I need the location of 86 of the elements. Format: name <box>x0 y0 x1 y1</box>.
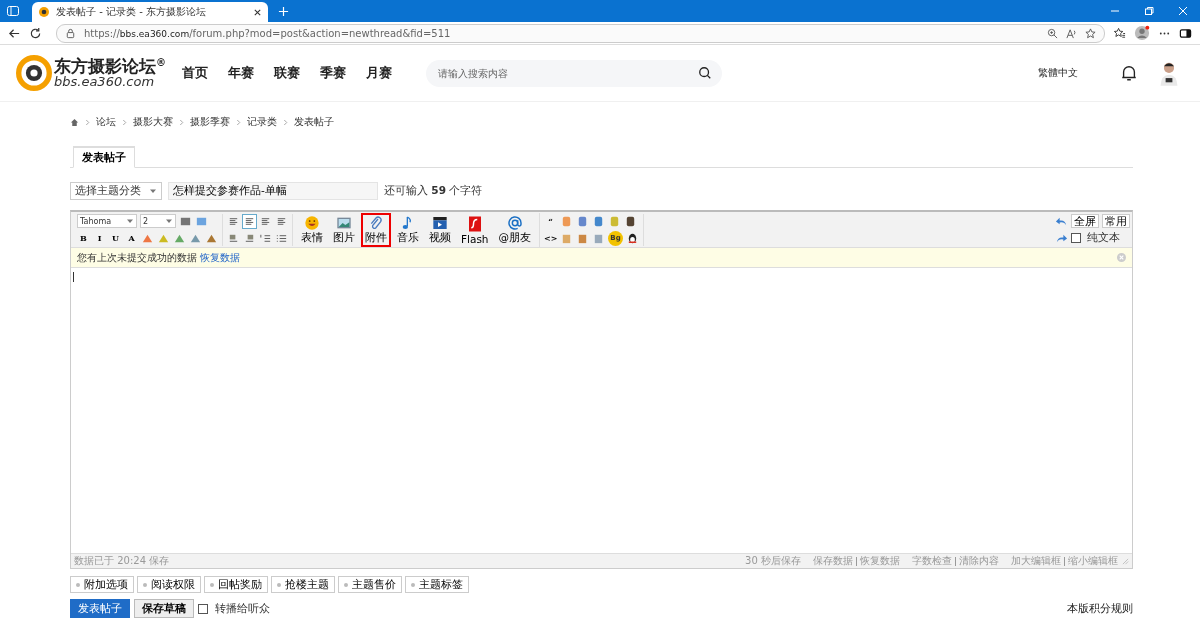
smiley-icon <box>303 214 321 231</box>
checkbox-label: 转播给听众 <box>215 601 270 616</box>
character-count: 还可输入 59 个字符 <box>384 184 483 198</box>
tab[interactable]: 发表帖子 <box>73 146 135 168</box>
chevron-icon <box>283 118 288 126</box>
site-name: 东方摄影论坛 <box>54 56 156 76</box>
rules-link[interactable]: 本版积分规则 <box>1067 601 1133 616</box>
language-link[interactable]: 繁體中文 <box>1038 66 1078 80</box>
tab-actions-icon[interactable] <box>6 4 20 18</box>
breadcrumb-link[interactable]: 摄影大赛 <box>133 115 173 129</box>
site-favicon-icon <box>38 6 50 18</box>
media-button[interactable]: 表情 <box>297 212 327 247</box>
option-button[interactable]: 抢楼主题 <box>271 576 335 593</box>
quote-button[interactable]: “ <box>544 216 558 226</box>
save-draft-button[interactable]: 保存草稿 <box>134 599 194 618</box>
sidebar-icon[interactable] <box>1179 26 1192 40</box>
profile-icon[interactable] <box>1134 25 1150 41</box>
draft-notice: 您有上次未提交成功的数据 恢复数据 <box>77 250 241 265</box>
category-select[interactable]: 选择主题分类 <box>70 182 162 200</box>
zoom-icon[interactable] <box>1047 27 1058 39</box>
breadcrumb-link[interactable]: 摄影季赛 <box>190 115 230 129</box>
nav-link[interactable]: 联赛 <box>274 64 300 82</box>
nav-link[interactable]: 月赛 <box>366 64 392 82</box>
media-button[interactable]: 音乐 <box>393 212 423 247</box>
media-button[interactable]: 图片 <box>329 212 359 247</box>
submit-button[interactable]: 发表帖子 <box>70 599 130 618</box>
option-button[interactable]: 回帖奖励 <box>204 576 268 593</box>
restore-link[interactable]: 恢复数据 <box>200 251 241 263</box>
media-button[interactable]: 附件 <box>361 212 391 247</box>
search-icon[interactable] <box>698 65 712 80</box>
favorites-icon[interactable] <box>1113 26 1126 40</box>
size-select[interactable]: 2 <box>140 214 176 228</box>
read-aloud-icon[interactable] <box>1066 27 1077 39</box>
chevron-icon <box>179 118 184 126</box>
caret-icon <box>126 217 134 225</box>
clapperboard-icon <box>431 214 449 231</box>
search-field[interactable]: 请输入搜索内容 <box>426 59 722 87</box>
option-button[interactable]: 附加选项 <box>70 576 134 593</box>
option-button[interactable]: 主题售价 <box>338 576 402 593</box>
chevron-icon <box>122 118 127 126</box>
breadcrumb-link[interactable]: 发表帖子 <box>294 115 334 129</box>
autosave-countdown: 30 秒后保存 <box>745 554 801 568</box>
media-button[interactable]: Flash <box>457 212 493 247</box>
font-select[interactable]: Tahoma <box>77 214 137 228</box>
media-button[interactable]: @朋友 <box>494 212 536 247</box>
reload-icon[interactable] <box>29 26 42 40</box>
checkbox-label: 纯文本 <box>1087 231 1120 245</box>
registered-mark: ® <box>156 57 166 68</box>
nav-link[interactable]: 季赛 <box>320 64 346 82</box>
format-button[interactable]: B <box>77 233 90 243</box>
url-text: https://bbs.ea360.com/forum.php?mod=post&action=newthread&fid=511 <box>84 27 451 39</box>
option-button[interactable]: 主题标签 <box>405 576 469 593</box>
caret-icon <box>165 217 173 225</box>
media-button[interactable]: 视频 <box>425 212 455 247</box>
site-domain: bbs.ea360.com <box>54 75 155 88</box>
address-bar[interactable]: https://bbs.ea360.com/forum.php?mod=post&action=newthread&fid=511 <box>56 23 1105 43</box>
option-button[interactable]: 阅读权限 <box>137 576 201 593</box>
breadcrumb-link[interactable]: 记录类 <box>247 115 277 129</box>
browser-tab[interactable]: 发表帖子 - 记录类 - 东方摄影论坛 <box>32 2 268 22</box>
format-button[interactable]: A <box>125 233 138 243</box>
resize-grip-icon[interactable] <box>1122 557 1129 565</box>
title-field[interactable]: 怎样提交参赛作品-单幅 <box>168 182 378 200</box>
chevron-icon <box>236 118 241 126</box>
align-left-icon[interactable] <box>243 214 256 228</box>
restore-icon[interactable] <box>1144 6 1154 16</box>
chevron-icon <box>85 118 90 126</box>
checkbox[interactable] <box>198 603 208 614</box>
bell-icon[interactable] <box>1120 64 1138 82</box>
nav-link[interactable]: 首页 <box>182 64 208 82</box>
home-icon[interactable] <box>70 117 79 127</box>
code-button[interactable]: <> <box>544 233 558 243</box>
fullscreen-button[interactable]: 全屏 <box>1071 214 1099 228</box>
checkbox[interactable] <box>1071 233 1081 243</box>
nav-link[interactable]: 年赛 <box>228 64 254 82</box>
star-icon[interactable] <box>1085 27 1096 39</box>
at-sign-icon <box>505 214 524 231</box>
breadcrumb-link[interactable]: 论坛 <box>96 115 116 129</box>
aperture-logo-icon[interactable] <box>16 55 52 91</box>
close-icon[interactable] <box>253 7 262 17</box>
tab-title: 发表帖子 - 记录类 - 东方摄影论坛 <box>56 5 207 19</box>
format-button[interactable]: I <box>93 233 106 243</box>
common-button[interactable]: 常用 <box>1102 214 1130 228</box>
caret-icon <box>149 187 157 195</box>
format-button[interactable]: U <box>109 233 122 243</box>
new-tab-icon[interactable] <box>278 6 289 17</box>
save-status: 数据已于 20:24 保存 <box>74 554 170 568</box>
